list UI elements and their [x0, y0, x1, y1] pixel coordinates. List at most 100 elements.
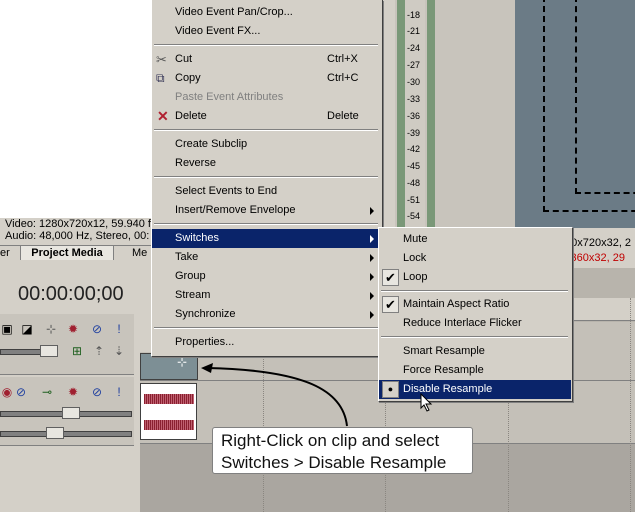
meter-tick: -33 — [407, 94, 421, 104]
track-fx-icon[interactable]: ✹ — [66, 322, 80, 336]
submenu-arrow-icon — [370, 207, 374, 215]
menu-item-copy[interactable]: ⧉ Copy Ctrl+C — [152, 69, 381, 88]
menu-item-reverse[interactable]: Reverse — [152, 154, 381, 173]
meter-tick: -30 — [407, 77, 421, 87]
meter-tick: -21 — [407, 26, 421, 36]
submenu-item-lock[interactable]: Lock — [379, 249, 571, 268]
checkmark-icon: ✔ — [382, 269, 399, 286]
tab-media-generators[interactable]: Me — [132, 246, 147, 260]
menu-item-create-subclip[interactable]: Create Subclip — [152, 135, 381, 154]
submenu-item-mute[interactable]: Mute — [379, 230, 571, 249]
audio-mute-icon[interactable]: ⊘ — [90, 385, 104, 399]
window-tab-bar: er Project Media Me — [0, 245, 152, 261]
preview-project-res: 80x720x32, 2 — [565, 237, 632, 249]
grid-line — [630, 298, 631, 512]
submenu-item-force-resample[interactable]: Force Resample — [379, 361, 571, 380]
callout-line-1: Right-Click on clip and select — [221, 431, 440, 450]
submenu-arrow-icon — [370, 311, 374, 319]
tab-explorer[interactable]: er — [0, 246, 10, 260]
menu-separator — [154, 176, 378, 178]
switches-submenu: Mute Lock ✔ Loop ✔ Maintain Aspect Ratio… — [378, 227, 573, 402]
audio-event-clip[interactable] — [140, 383, 197, 440]
callout-line-2: Switches > Disable Resample — [221, 453, 447, 472]
pan-thumb[interactable] — [46, 427, 64, 439]
menu-item-cut[interactable]: ✂ Cut Ctrl+X — [152, 50, 381, 69]
submenu-arrow-icon — [370, 254, 374, 262]
pan-slider[interactable] — [0, 431, 132, 437]
meter-scale: -18 -21 -24 -27 -30 -33 -36 -39 -42 -45 … — [405, 0, 425, 228]
scissors-icon: ✂ — [156, 52, 167, 67]
expand-icon[interactable]: ⊞ — [70, 344, 84, 358]
event-context-menu: Video Event Pan/Crop... Video Event FX..… — [151, 0, 383, 357]
invert-phase-icon[interactable]: ⊘ — [14, 385, 28, 399]
safe-area-inner — [575, 0, 635, 194]
arrow-down-icon[interactable]: ⇣ — [112, 344, 126, 358]
menu-separator — [154, 327, 378, 329]
submenu-item-smart-resample[interactable]: Smart Resample — [379, 342, 571, 361]
parent-icon[interactable]: ◪ — [20, 322, 34, 336]
waveform-right — [144, 420, 194, 430]
menu-item-event-fx[interactable]: Video Event FX... — [152, 22, 381, 41]
meter-bar-right — [427, 0, 435, 228]
mute-icon[interactable]: ⊘ — [90, 322, 104, 336]
meter-bar-left — [397, 0, 405, 228]
meter-tick: -48 — [407, 178, 421, 188]
video-preview-window — [515, 0, 635, 228]
video-event-clip[interactable]: ⊹ — [140, 353, 198, 380]
callout-arrow — [201, 363, 348, 427]
motion-icon[interactable]: ⊹ — [44, 322, 58, 336]
menu-item-insert-envelope[interactable]: Insert/Remove Envelope — [152, 201, 381, 220]
meter-tick: -39 — [407, 128, 421, 138]
arrow-up-icon[interactable]: ⇡ — [92, 344, 106, 358]
instruction-callout: Right-Click on clip and select Switches … — [212, 427, 473, 474]
menu-item-select-to-end[interactable]: Select Events to End — [152, 182, 381, 201]
audio-solo-icon[interactable]: ! — [112, 385, 126, 399]
menu-item-take[interactable]: Take — [152, 248, 381, 267]
submenu-arrow-icon — [370, 235, 374, 243]
menu-separator — [154, 223, 378, 225]
menu-item-pan-crop[interactable]: Video Event Pan/Crop... — [152, 3, 381, 22]
video-level-thumb[interactable] — [40, 345, 58, 357]
submenu-item-disable-resample[interactable]: ● Disable Resample — [379, 380, 571, 399]
menu-separator — [154, 129, 378, 131]
meter-tick: -51 — [407, 195, 421, 205]
copy-icon: ⧉ — [156, 71, 165, 85]
volume-thumb[interactable] — [62, 407, 80, 419]
video-track-header: ▣ ◪ ⊹ ✹ ⊘ ! ⊞ ⇡ ⇣ — [0, 314, 134, 375]
submenu-arrow-icon — [370, 292, 374, 300]
menu-item-group[interactable]: Group — [152, 267, 381, 286]
automation-icon[interactable]: ⊸ — [40, 385, 54, 399]
submenu-item-maintain-aspect[interactable]: ✔ Maintain Aspect Ratio — [379, 295, 571, 314]
explorer-pane — [0, 0, 153, 218]
media-info-audio: Audio: 48,000 Hz, Stereo, 00: — [5, 230, 150, 242]
menu-item-paste-attributes: Paste Event Attributes — [175, 91, 284, 103]
menu-separator — [381, 290, 568, 292]
meter-tick: -36 — [407, 111, 421, 121]
audio-fx-icon[interactable]: ✹ — [66, 385, 80, 399]
submenu-arrow-icon — [370, 273, 374, 281]
audio-track-header: ◉ ⊘ ⊸ ✹ ⊘ ! — [0, 377, 134, 446]
preview-info: 80x720x32, 2 x360x32, 29 — [565, 236, 635, 266]
meter-tick: -54 — [407, 211, 421, 221]
solo-icon[interactable]: ! — [112, 322, 126, 336]
submenu-item-loop[interactable]: ✔ Loop — [379, 268, 571, 287]
media-info-video: Video: 1280x720x12, 59.940 f — [5, 218, 151, 230]
compositing-icon[interactable]: ▣ — [0, 322, 14, 336]
meter-tick: -18 — [407, 10, 421, 20]
checkmark-icon: ✔ — [382, 296, 399, 313]
event-fx-icon[interactable]: ⊹ — [177, 355, 187, 369]
tab-project-media[interactable]: Project Media — [20, 246, 114, 260]
menu-item-switches[interactable]: Switches — [152, 229, 381, 248]
preview-display-res: x360x32, 29 — [565, 252, 625, 264]
menu-item-stream[interactable]: Stream — [152, 286, 381, 305]
menu-item-synchronize[interactable]: Synchronize — [152, 305, 381, 324]
menu-separator — [381, 336, 568, 338]
menu-item-properties[interactable]: Properties... — [152, 333, 381, 352]
radio-dot-icon: ● — [382, 381, 399, 398]
meter-tick: -45 — [407, 161, 421, 171]
menu-item-delete[interactable]: ✕ Delete Delete — [152, 107, 381, 126]
submenu-item-reduce-flicker[interactable]: Reduce Interlace Flicker — [379, 314, 571, 333]
record-icon[interactable]: ◉ — [0, 385, 14, 399]
media-info: Video: 1280x720x12, 59.940 f Audio: 48,0… — [0, 218, 152, 244]
mouse-cursor-icon — [420, 393, 433, 412]
